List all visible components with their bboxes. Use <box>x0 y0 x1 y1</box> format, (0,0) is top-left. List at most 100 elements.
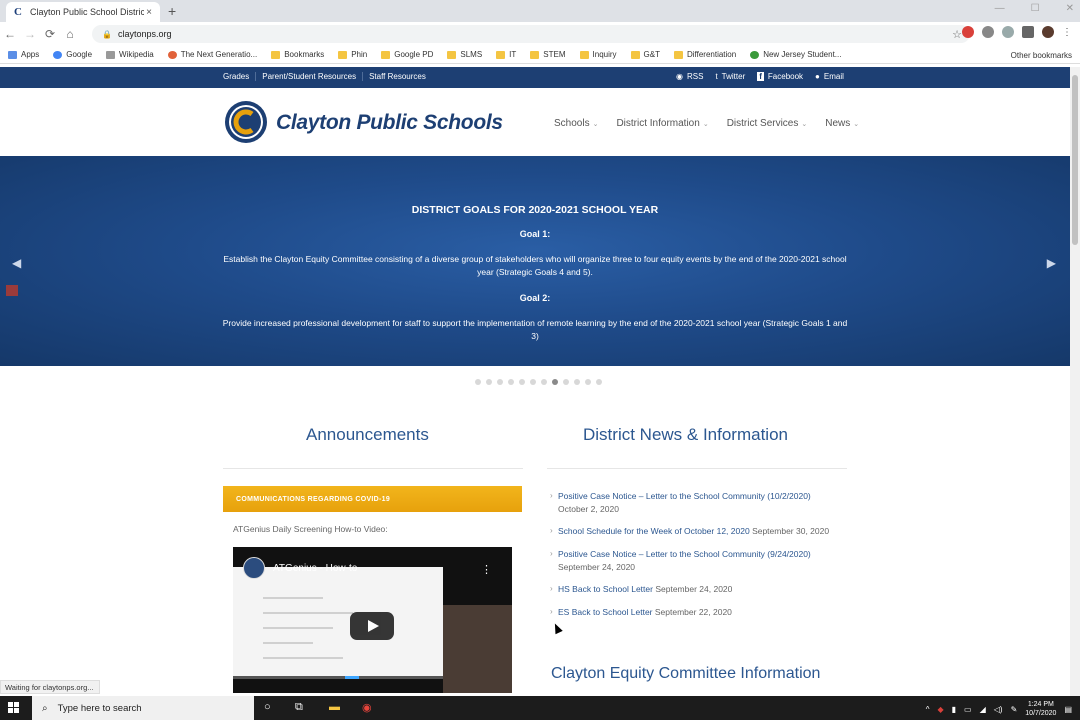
home-icon[interactable]: ⌂ <box>60 27 80 41</box>
slider-dot[interactable] <box>574 379 580 385</box>
news-link[interactable]: School Schedule for the Week of October … <box>558 526 750 536</box>
district-logo-icon[interactable] <box>224 100 268 144</box>
slider-dot[interactable] <box>585 379 591 385</box>
folder-icon <box>630 50 640 59</box>
reload-icon[interactable]: ⟳ <box>40 27 60 41</box>
avatar[interactable] <box>1042 26 1054 38</box>
bookmark-nj-student[interactable]: New Jersey Student... <box>750 50 841 59</box>
maximize-icon[interactable]: ☐ <box>1031 3 1040 14</box>
nav-item-schools[interactable]: Schools ⌄ <box>554 118 598 129</box>
slider-dot[interactable] <box>508 379 514 385</box>
bookmark-next-generation[interactable]: The Next Generatio... <box>167 50 257 59</box>
extension-red-icon[interactable] <box>962 26 974 38</box>
file-explorer-icon[interactable]: ▬ <box>329 701 340 713</box>
bookmark-folder[interactable]: Inquiry <box>579 50 617 59</box>
apps-icon <box>8 50 17 59</box>
taskbar-clock[interactable]: 1:24 PM 10/7/2020 <box>1025 700 1056 718</box>
bookmark-folder[interactable]: IT <box>496 50 516 59</box>
bookmark-wikipedia[interactable]: Wikipedia <box>106 50 154 59</box>
extension-gray-icon[interactable] <box>982 26 994 38</box>
video-menu-icon[interactable]: ⋮ <box>481 563 492 576</box>
volume-icon[interactable]: ◁) <box>994 705 1003 714</box>
slider-dot[interactable] <box>475 379 481 385</box>
menu-icon[interactable]: ⋮ <box>1062 27 1072 38</box>
bookmark-star-icon[interactable]: ☆ <box>952 28 962 41</box>
video-embed[interactable]: ATGenius - How-to ⋮ <box>233 547 512 693</box>
video-title[interactable]: ATGenius - How-to <box>273 563 357 574</box>
slider-next-icon[interactable]: ▶ <box>1047 256 1056 270</box>
topbar-link-parent-student[interactable]: Parent/Student Resources <box>256 72 364 81</box>
play-icon[interactable] <box>350 612 394 640</box>
slider-dot[interactable] <box>596 379 602 385</box>
taskbar-search-input[interactable]: ⌕ Type here to search <box>32 696 254 720</box>
nav-item-district-services[interactable]: District Services ⌄ <box>727 118 808 129</box>
chevron-down-icon: ⌄ <box>801 121 808 128</box>
bookmark-folder[interactable]: Differentiation <box>673 50 736 59</box>
browser-tab[interactable]: C Clayton Public School District × <box>6 2 160 22</box>
new-tab-button[interactable]: + <box>168 3 176 19</box>
omnibox[interactable]: 🔒 claytonps.org ☆ <box>92 25 970 43</box>
news-link[interactable]: ES Back to School Letter <box>558 607 653 617</box>
back-icon[interactable]: ← <box>0 27 20 41</box>
bookmark-folder[interactable]: Bookmarks <box>271 50 324 59</box>
slider-dot-active[interactable] <box>552 379 558 385</box>
chrome-taskbar-icon[interactable]: ◉ <box>362 701 372 714</box>
bookmark-label: Google PD <box>394 50 434 59</box>
bookmark-apps[interactable]: Apps <box>8 50 39 59</box>
notifications-icon[interactable]: ▤ <box>1064 705 1072 714</box>
news-link[interactable]: Positive Case Notice – Letter to the Sch… <box>558 549 811 559</box>
network-icon[interactable]: ◢ <box>980 705 986 714</box>
windows-start-icon[interactable] <box>8 702 20 714</box>
bookmark-folder[interactable]: SLMS <box>447 50 482 59</box>
lock-icon[interactable]: 🔒 <box>102 30 112 39</box>
site-brand[interactable]: Clayton Public Schools <box>276 111 503 135</box>
extension-shield-icon[interactable] <box>1002 26 1014 38</box>
pen-icon[interactable]: ✎ <box>1011 705 1018 714</box>
nav-item-news[interactable]: News ⌄ <box>825 118 859 129</box>
email-link[interactable]: ● Email <box>815 72 844 81</box>
slider-dot[interactable] <box>486 379 492 385</box>
rss-link[interactable]: ◉ RSS <box>676 72 703 81</box>
cortana-icon[interactable]: ○ <box>264 701 271 713</box>
bookmark-google[interactable]: Google <box>53 50 92 59</box>
bookmark-folder[interactable]: STEM <box>530 50 566 59</box>
minimize-icon[interactable]: — <box>995 3 1005 14</box>
tray-chevron-icon[interactable]: ^ <box>926 705 930 714</box>
forward-icon[interactable]: → <box>20 27 40 41</box>
slider-dot[interactable] <box>530 379 536 385</box>
slider-dot[interactable] <box>563 379 569 385</box>
bookmark-folder[interactable]: Google PD <box>381 50 433 59</box>
news-link[interactable]: Positive Case Notice – Letter to the Sch… <box>558 491 811 501</box>
close-window-icon[interactable]: ✕ <box>1066 3 1074 14</box>
topbar-link-grades[interactable]: Grades <box>223 72 257 81</box>
slider-dot[interactable] <box>497 379 503 385</box>
nav-item-district-information[interactable]: District Information ⌄ <box>616 118 708 129</box>
scrollbar-thumb[interactable] <box>1072 75 1078 245</box>
mouse-cursor-icon <box>551 621 563 635</box>
video-progress-fill <box>345 676 359 679</box>
task-view-icon[interactable]: ⧉ <box>295 701 303 714</box>
tray-app-icon[interactable]: ◆ <box>937 705 943 714</box>
slider-dot[interactable] <box>541 379 547 385</box>
puzzle-icon[interactable] <box>1022 26 1034 38</box>
twitter-link[interactable]: t Twitter <box>715 72 745 81</box>
url-text[interactable]: claytonps.org <box>118 29 172 39</box>
other-bookmarks[interactable]: Other bookmarks <box>998 51 1072 60</box>
close-tab-icon[interactable]: × <box>144 7 154 18</box>
chrome-icon <box>167 50 177 59</box>
slider-dot[interactable] <box>519 379 525 385</box>
slider-pause-icon[interactable] <box>6 285 18 296</box>
news-link[interactable]: HS Back to School Letter <box>558 584 653 594</box>
folder-icon <box>496 50 506 59</box>
battery-icon[interactable]: ▭ <box>964 705 972 714</box>
covid-accordion-header[interactable]: COMMUNICATIONS REGARDING COVID-19 <box>223 486 522 512</box>
slider-prev-icon[interactable]: ◀ <box>12 256 21 270</box>
topbar-link-staff[interactable]: Staff Resources <box>363 72 432 81</box>
facebook-link[interactable]: f Facebook <box>757 72 803 81</box>
video-progress-bar[interactable] <box>233 676 443 679</box>
chevron-right-icon: › <box>550 584 553 593</box>
bookmark-folder[interactable]: G&T <box>630 50 660 59</box>
tray-mic-icon[interactable]: ▮ <box>952 705 956 714</box>
page-scrollbar[interactable] <box>1070 67 1080 697</box>
bookmark-folder[interactable]: Phin <box>338 50 367 59</box>
